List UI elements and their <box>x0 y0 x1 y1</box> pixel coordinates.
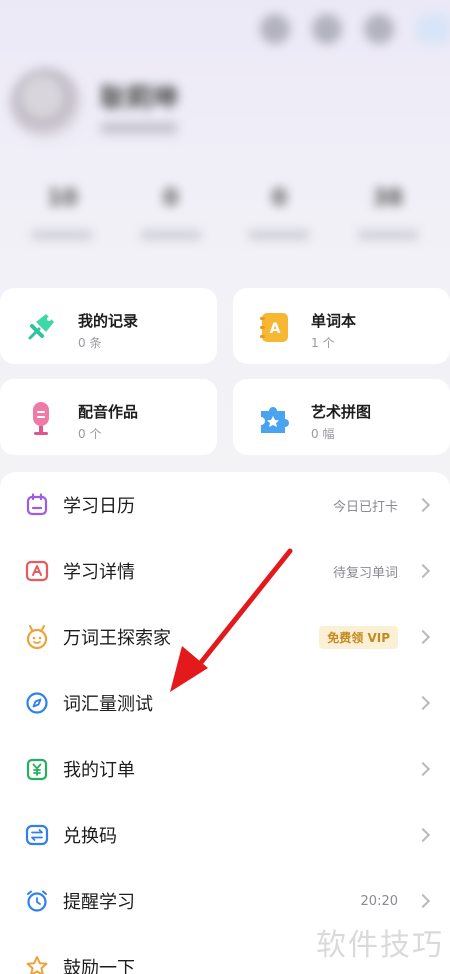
menu-item-vocabulary-test[interactable]: 词汇量测试 <box>0 670 450 736</box>
menu-item-explorer[interactable]: 万词王探索家 免费领 VIP <box>0 604 450 670</box>
menu-item-label: 学习详情 <box>63 562 135 583</box>
notebook-icon: A <box>260 313 288 342</box>
menu-item-label: 词汇量测试 <box>63 694 153 715</box>
menu-item-learning-details[interactable]: 学习详情 待复习单词 <box>0 538 450 604</box>
settings-icon[interactable] <box>364 14 394 44</box>
card-dubbing[interactable]: 配音作品 0 个 <box>0 379 217 455</box>
card-my-records[interactable]: 我的记录 0 条 <box>0 288 217 364</box>
menu-item-status: 今日已打卡 <box>332 499 398 515</box>
menu-item-label: 学习日历 <box>63 496 135 517</box>
card-count: 1 个 <box>311 336 335 350</box>
chevron-right-icon <box>415 497 431 513</box>
exchange-icon <box>25 824 49 846</box>
stat-label <box>248 230 311 240</box>
menu-item-label: 万词王探索家 <box>63 628 171 649</box>
stat-label <box>139 230 202 240</box>
detail-icon <box>25 560 49 582</box>
menu-item-my-orders[interactable]: 我的订单 <box>0 736 450 802</box>
card-count: 0 条 <box>78 336 102 350</box>
microphone-icon <box>33 402 49 435</box>
chevron-right-icon <box>415 827 431 843</box>
stat-value: 0 <box>271 186 287 211</box>
explorer-icon <box>26 625 48 650</box>
stat-item[interactable]: 38 <box>343 186 433 240</box>
chevron-right-icon <box>415 893 431 909</box>
stat-item[interactable]: 0 <box>126 186 216 240</box>
menu-item-label: 提醒学习 <box>63 892 135 913</box>
stat-item[interactable]: 10 <box>17 186 107 240</box>
menu-item-learning-calendar[interactable]: 学习日历 今日已打卡 <box>0 472 450 538</box>
card-wordbook[interactable]: A 单词本 1 个 <box>233 288 450 364</box>
menu-item-status: 待复习单词 <box>332 565 398 581</box>
compass-icon <box>26 692 48 714</box>
card-title: 我的记录 <box>78 312 139 330</box>
card-count: 0 个 <box>78 427 102 441</box>
puzzle-icon <box>261 407 289 433</box>
theme-toggle-icon[interactable] <box>416 14 450 44</box>
order-icon <box>26 758 48 781</box>
stat-label <box>31 230 94 240</box>
menu-item-label: 鼓励一下 <box>63 958 135 974</box>
message-icon[interactable] <box>312 14 342 44</box>
chevron-right-icon <box>415 563 431 579</box>
card-art-puzzle[interactable]: 艺术拼图 0 幅 <box>233 379 450 455</box>
card-title: 配音作品 <box>78 403 139 421</box>
svg-text:A: A <box>270 321 281 337</box>
menu-item-redeem-code[interactable]: 兑换码 <box>0 802 450 868</box>
stat-value: 38 <box>372 186 404 211</box>
stat-value: 10 <box>46 186 78 211</box>
profile-header[interactable]: 耿莉坤 <box>10 64 450 154</box>
profile-subtitle <box>100 122 178 134</box>
stat-value: 0 <box>163 186 179 211</box>
menu-item-label: 兑换码 <box>63 826 117 847</box>
star-icon <box>26 956 48 974</box>
menu-list: 学习日历 今日已打卡 学习详情 待复习单词 万词王探索家 免费领 VIP 词汇量… <box>0 472 450 974</box>
pin-icon <box>28 314 54 340</box>
chevron-right-icon <box>415 761 431 777</box>
card-title: 艺术拼图 <box>311 403 372 421</box>
card-count: 0 幅 <box>311 427 335 441</box>
stat-label <box>356 230 419 240</box>
stat-item[interactable]: 0 <box>234 186 324 240</box>
chevron-right-icon <box>415 695 431 711</box>
vip-badge: 免费领 VIP <box>319 625 398 649</box>
avatar[interactable] <box>10 68 82 140</box>
calendar-icon <box>26 493 48 516</box>
menu-item-status: 20:20 <box>360 893 398 909</box>
chevron-right-icon <box>415 629 431 645</box>
alarm-icon <box>27 890 47 912</box>
scan-icon[interactable] <box>260 14 290 44</box>
top-toolbar <box>260 14 450 44</box>
menu-item-label: 我的订单 <box>63 760 135 781</box>
stats-row: 10 0 0 38 <box>0 186 450 240</box>
profile-name: 耿莉坤 <box>100 84 179 114</box>
card-title: 单词本 <box>311 312 357 330</box>
watermark: 软件技巧 <box>316 928 444 963</box>
